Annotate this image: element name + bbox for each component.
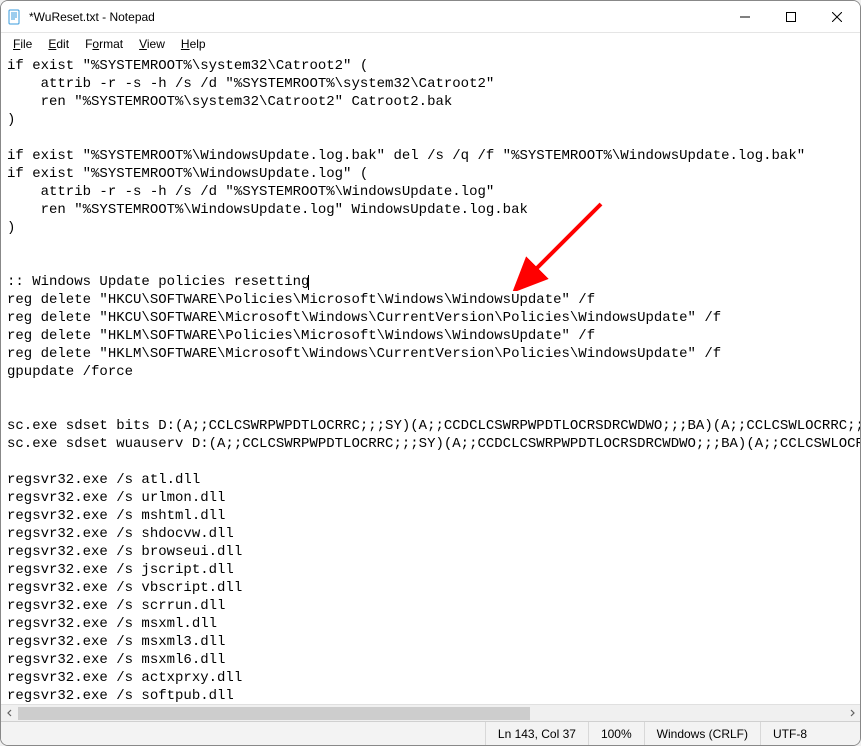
status-position: Ln 143, Col 37 bbox=[485, 722, 588, 745]
scroll-left-icon[interactable] bbox=[1, 705, 18, 722]
window-title: *WuReset.txt - Notepad bbox=[29, 10, 155, 24]
maximize-button[interactable] bbox=[768, 1, 814, 32]
horizontal-scrollbar[interactable] bbox=[1, 704, 860, 721]
text-editor[interactable]: if exist "%SYSTEMROOT%\system32\Catroot2… bbox=[1, 55, 860, 704]
menu-format[interactable]: Format bbox=[77, 35, 131, 53]
statusbar: Ln 143, Col 37 100% Windows (CRLF) UTF-8 bbox=[1, 721, 860, 745]
notepad-window: *WuReset.txt - Notepad File Edit Format … bbox=[0, 0, 861, 746]
window-controls bbox=[722, 1, 860, 32]
editor-content[interactable]: if exist "%SYSTEMROOT%\system32\Catroot2… bbox=[1, 55, 860, 704]
status-eol: Windows (CRLF) bbox=[644, 722, 760, 745]
menu-view[interactable]: View bbox=[131, 35, 173, 53]
status-zoom: 100% bbox=[588, 722, 644, 745]
menubar: File Edit Format View Help bbox=[1, 33, 860, 55]
notepad-icon bbox=[7, 9, 23, 25]
close-button[interactable] bbox=[814, 1, 860, 32]
menu-edit[interactable]: Edit bbox=[40, 35, 77, 53]
menu-file[interactable]: File bbox=[5, 35, 40, 53]
minimize-button[interactable] bbox=[722, 1, 768, 32]
scroll-thumb[interactable] bbox=[18, 707, 530, 720]
titlebar[interactable]: *WuReset.txt - Notepad bbox=[1, 1, 860, 33]
status-encoding: UTF-8 bbox=[760, 722, 860, 745]
scroll-right-icon[interactable] bbox=[843, 705, 860, 722]
menu-help[interactable]: Help bbox=[173, 35, 214, 53]
scroll-track[interactable] bbox=[18, 705, 843, 721]
